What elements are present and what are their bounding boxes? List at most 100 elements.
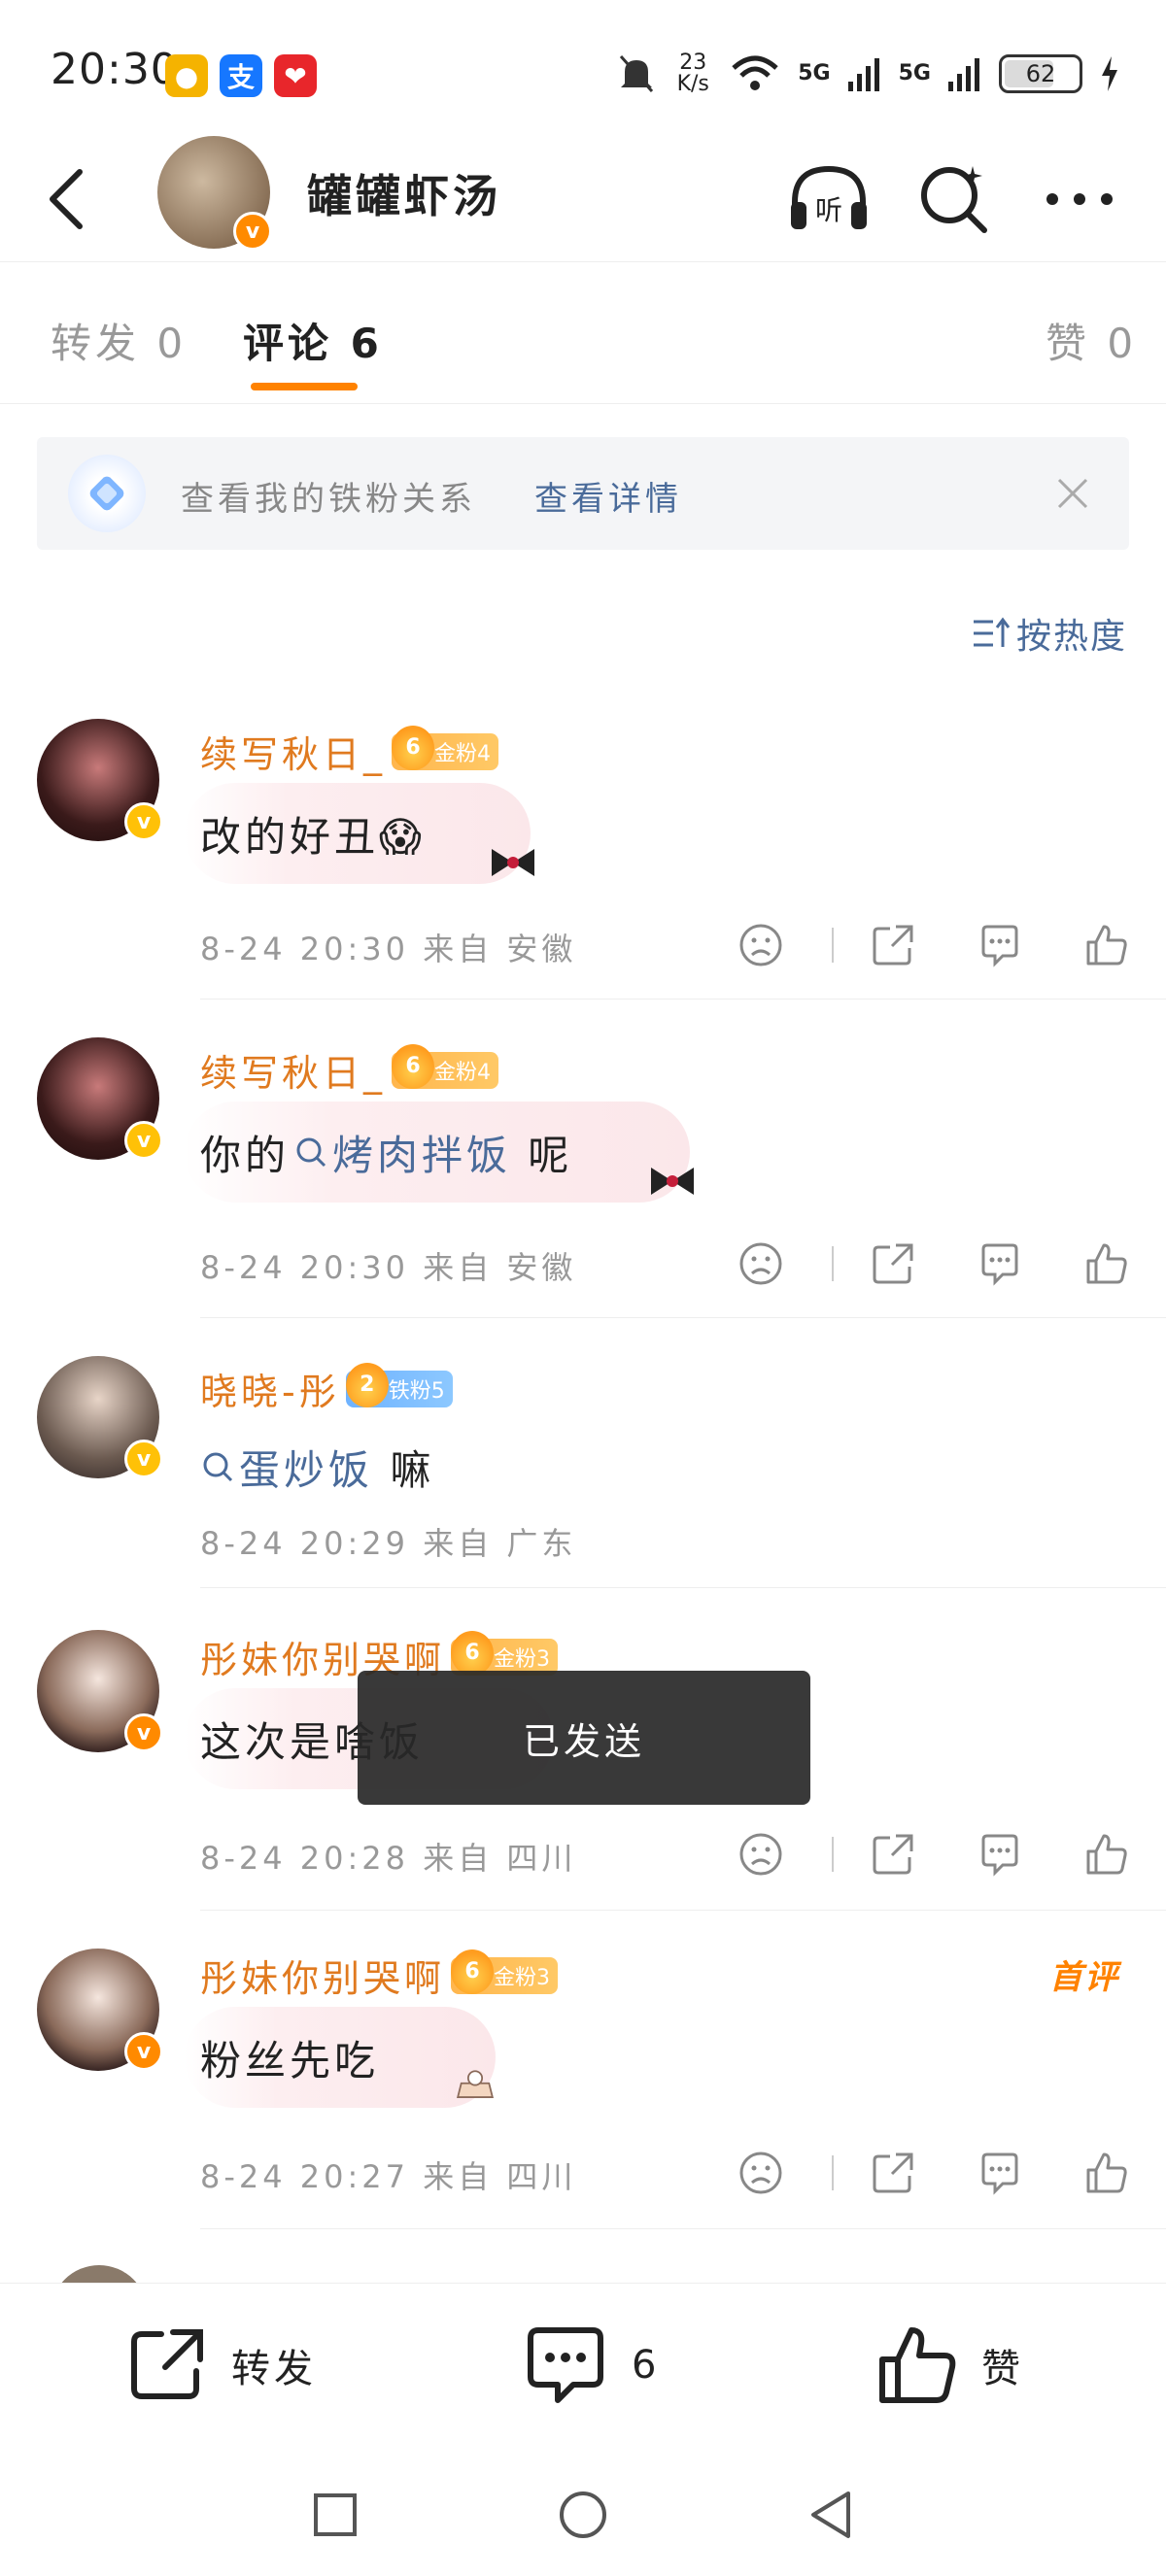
like-button[interactable]: 赞 <box>876 2324 1024 2406</box>
recents-button[interactable] <box>301 2481 369 2549</box>
comment-icon <box>981 1243 1018 1286</box>
dislike-button[interactable] <box>729 1822 793 1886</box>
share-button[interactable] <box>861 2141 925 2205</box>
reply-button[interactable] <box>968 913 1032 977</box>
bow-decoration-icon <box>492 849 534 876</box>
repost-button[interactable]: 转发 <box>126 2324 317 2406</box>
signal-5g-2: 5G <box>898 61 931 85</box>
header: v 罐罐虾汤 听 <box>0 136 1166 262</box>
sort-button[interactable]: 按热度 <box>972 608 1127 659</box>
banner-close-button[interactable] <box>1044 464 1102 523</box>
search-link-icon <box>296 1137 326 1168</box>
signal-5g-1: 5G <box>798 61 831 85</box>
cake-decoration-icon <box>456 2070 495 2098</box>
comment-icon <box>981 2152 1018 2195</box>
commenter-name[interactable]: 续写秋日_ 6 金粉4 <box>200 725 499 778</box>
commenter-name[interactable]: 晓晓-彤 2 铁粉5 <box>200 1362 453 1415</box>
back-nav-button[interactable] <box>797 2481 865 2549</box>
commenter-avatar[interactable]: v <box>37 1356 163 1478</box>
like-button[interactable] <box>1075 913 1139 977</box>
thumbs-up-icon <box>1086 1243 1127 1284</box>
reply-button[interactable] <box>968 1232 1032 1296</box>
header-avatar[interactable]: v <box>157 136 272 251</box>
sort-label: 按热度 <box>1015 617 1127 657</box>
sad-face-icon <box>739 924 782 966</box>
comment-divider <box>200 999 1166 1000</box>
share-button[interactable] <box>861 1822 925 1886</box>
circle-icon <box>560 2491 606 2538</box>
dislike-button[interactable] <box>729 2141 793 2205</box>
share-icon <box>873 1243 913 1284</box>
crown-icon: 6 <box>451 1949 495 1994</box>
home-button[interactable] <box>549 2481 617 2549</box>
comment-item: v 续写秋日_ 6 金粉4 你的 烤肉拌饭 呢 8-24 20:30 来自 安徽 <box>0 1037 1166 1319</box>
dislike-button[interactable] <box>729 1232 793 1296</box>
verified-badge-icon: v <box>124 1121 163 1160</box>
share-icon <box>131 2329 203 2399</box>
fan-badge: 6 金粉3 <box>451 1949 559 1994</box>
comment-content[interactable]: 改的好丑😱 <box>185 783 534 884</box>
tab-active-indicator <box>251 383 358 390</box>
search-link[interactable]: 蛋炒饭 <box>239 1438 373 1497</box>
comment-button[interactable]: 6 <box>523 2324 660 2406</box>
comment-content[interactable]: 蛋炒饭 嘛 <box>185 1420 534 1513</box>
comment-item: v 晓晓-彤 2 铁粉5 蛋炒饭 嘛 8-24 20:29 来自 广东 <box>0 1356 1166 1589</box>
share-icon <box>873 925 913 966</box>
reply-button[interactable] <box>968 2141 1032 2205</box>
comment-actions <box>686 913 1139 977</box>
first-comment-badge: 首评 <box>1049 1958 1119 1997</box>
search-button[interactable] <box>913 157 997 241</box>
comment-item: v 续写秋日_ 6 金粉4 改的好丑😱 8-24 20:30 来自 安徽 <box>0 719 1166 1000</box>
like-button[interactable] <box>1075 1822 1139 1886</box>
verified-badge-icon: v <box>124 2032 163 2071</box>
commenter-avatar[interactable]: v <box>37 1037 163 1160</box>
more-button[interactable] <box>1038 157 1121 241</box>
share-button[interactable] <box>861 913 925 977</box>
chevron-left-icon <box>50 169 83 229</box>
next-comment-peek <box>0 2261 1166 2285</box>
commenter-name[interactable]: 彤妹你别哭啊 6 金粉3 <box>200 1949 559 2002</box>
tab-repost[interactable]: 转发 0 <box>51 311 187 370</box>
commenter-avatar[interactable]: v <box>37 719 163 841</box>
system-nav-bar <box>0 2457 1166 2576</box>
listen-button[interactable]: 听 <box>787 157 871 241</box>
banner-details-link[interactable]: 查看详情 <box>534 472 682 520</box>
comment-meta: 8-24 20:29 来自 广东 <box>200 1525 577 1562</box>
iron-fan-banner[interactable]: 查看我的铁粉关系 查看详情 <box>37 437 1129 550</box>
back-button[interactable] <box>37 163 95 235</box>
share-button[interactable] <box>861 1232 925 1296</box>
toast-message: 已发送 <box>358 1671 810 1805</box>
search-link[interactable]: 烤肉拌饭 <box>332 1123 511 1182</box>
tab-comments[interactable]: 评论 6 <box>243 311 383 370</box>
comment-divider <box>200 1587 1166 1588</box>
verified-badge-icon: v <box>233 212 272 251</box>
comment-content[interactable]: 你的 烤肉拌饭 呢 <box>185 1102 694 1203</box>
tab-likes[interactable]: 赞 0 <box>1046 311 1137 370</box>
comment-meta: 8-24 20:27 来自 四川 <box>200 2158 577 2195</box>
wifi-icon <box>732 55 778 90</box>
thumbs-up-icon <box>1086 1834 1127 1875</box>
comment-content[interactable]: 粉丝先吃 <box>185 2007 496 2108</box>
fan-badge: 6 金粉4 <box>392 725 499 770</box>
battery-indicator: 62 <box>999 54 1082 93</box>
diamond-icon <box>68 455 146 532</box>
headphones-icon: 听 <box>791 165 867 229</box>
search-link-icon <box>203 1452 233 1482</box>
signal-bars-icon-2 <box>948 58 979 91</box>
dislike-button[interactable] <box>729 913 793 977</box>
commenter-name[interactable]: 续写秋日_ 6 金粉4 <box>200 1043 499 1097</box>
banner-text: 查看我的铁粉关系 <box>181 480 476 519</box>
bell-off-icon <box>620 55 654 92</box>
like-button[interactable] <box>1075 1232 1139 1296</box>
reply-button[interactable] <box>968 1822 1032 1886</box>
action-separator <box>832 928 834 963</box>
commenter-avatar[interactable]: v <box>37 1630 163 1752</box>
tab-bar: 转发 0 评论 6 赞 0 <box>0 262 1166 404</box>
status-bar: 20:30 ● 支 ❤ 23 K/s 5G 5G 62 <box>0 0 1166 136</box>
commenter-avatar[interactable]: v <box>37 1949 163 2071</box>
fan-badge: 2 铁粉5 <box>345 1362 453 1407</box>
like-button[interactable] <box>1075 2141 1139 2205</box>
more-dots-icon <box>1046 193 1113 205</box>
action-separator <box>832 1837 834 1872</box>
svg-text:听: 听 <box>815 194 842 226</box>
